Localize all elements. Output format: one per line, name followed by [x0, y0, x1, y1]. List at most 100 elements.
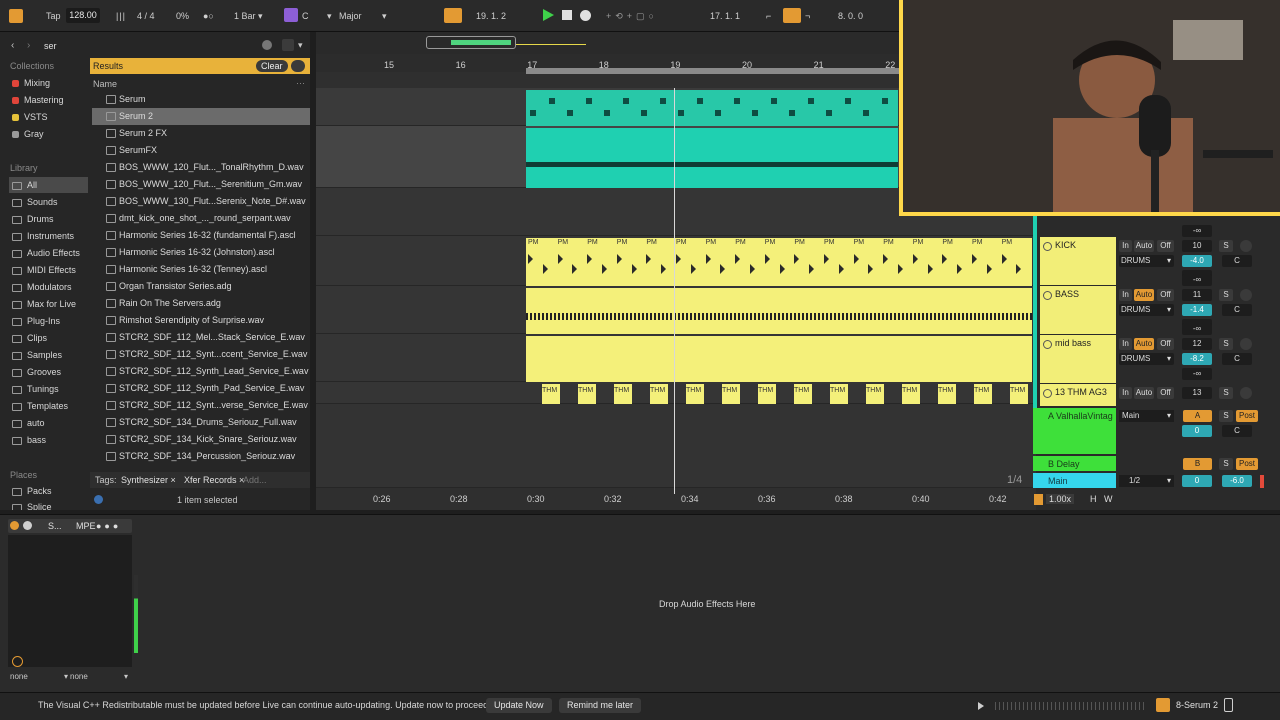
off-button[interactable]: Off [1157, 338, 1174, 350]
thm-clip[interactable]: THM [866, 384, 884, 404]
clear-button[interactable]: Clear [256, 60, 288, 72]
remind-later-button[interactable]: Remind me later [559, 698, 642, 713]
auto-button[interactable]: Auto [1134, 289, 1154, 301]
solo-button[interactable]: S [1219, 387, 1233, 399]
thm-clip[interactable]: THM [794, 384, 812, 404]
library-item-instruments[interactable]: Instruments [12, 229, 74, 244]
scale-select[interactable]: Major [339, 9, 362, 23]
warning-icon[interactable] [1156, 698, 1170, 712]
auto-button[interactable]: Auto [1134, 387, 1154, 399]
library-item-tunings[interactable]: Tunings [12, 382, 59, 397]
arm-button-icon[interactable] [1240, 289, 1252, 301]
input-button[interactable]: In [1119, 240, 1132, 252]
result-item[interactable]: Organ Transistor Series.adg [92, 278, 310, 295]
return-b-letter[interactable]: B [1183, 458, 1212, 470]
send-b[interactable]: -∞ [1182, 323, 1212, 335]
remove-tag-icon[interactable]: × [171, 475, 176, 485]
library-item-all[interactable]: All [12, 178, 37, 193]
fold-icon[interactable] [1043, 242, 1052, 251]
device-fold-icon[interactable] [23, 521, 32, 530]
track-lane[interactable] [316, 382, 1036, 404]
thm-clip[interactable]: THM [974, 384, 992, 404]
send-b[interactable]: -∞ [1182, 274, 1212, 286]
collection-gray[interactable]: Gray [12, 127, 44, 142]
w-button[interactable]: W [1104, 494, 1113, 504]
collection-vsts[interactable]: VSTS [12, 110, 48, 125]
stop-button[interactable] [562, 10, 572, 20]
bass-clip[interactable] [526, 288, 1032, 334]
mid-bass-clip[interactable] [526, 336, 1032, 382]
result-item[interactable]: STCR2_SDF_112_Synt...ccent_Service_E.wav [92, 346, 310, 363]
tag-xfer-records[interactable]: Xfer Records × [184, 475, 244, 485]
thm-clip[interactable]: THM [650, 384, 668, 404]
follow-icon[interactable] [444, 8, 462, 23]
fold-icon[interactable] [1043, 340, 1052, 349]
loop-start-field[interactable]: 17. 1. 1 [710, 9, 740, 23]
off-button[interactable]: Off [1157, 387, 1174, 399]
main-send[interactable]: 0 [1182, 475, 1212, 487]
library-item-samples[interactable]: Samples [12, 348, 62, 363]
kick-clip[interactable] [526, 238, 1032, 286]
route-select[interactable]: DRUMS ▾ [1119, 255, 1174, 267]
thm-clip[interactable]: THM [830, 384, 848, 404]
fold-icon[interactable] [1043, 389, 1052, 398]
main-track[interactable] [1033, 473, 1116, 488]
zoom-value[interactable]: 1.00x [1046, 494, 1075, 504]
result-item[interactable]: dmt_kick_one_shot_..._round_serpant.wav [92, 210, 310, 227]
track-view-icon[interactable] [1224, 698, 1233, 712]
library-item-bass[interactable]: bass [12, 433, 46, 448]
library-item-midi-effects[interactable]: MIDI Effects [12, 263, 76, 278]
place-packs[interactable]: Packs [12, 484, 52, 499]
arm-button-icon[interactable] [1240, 338, 1252, 350]
thm-clip[interactable]: THM [686, 384, 704, 404]
result-item[interactable]: Serum 2 FX [92, 125, 310, 142]
zoom-icon[interactable] [1034, 494, 1043, 505]
cyan-clip-rhythm[interactable] [526, 90, 898, 126]
input-button[interactable]: In [1119, 387, 1132, 399]
library-item-max-for-live[interactable]: Max for Live [12, 297, 76, 312]
result-item[interactable]: STCR2_SDF_112_Synt...verse_Service_E.wav [92, 397, 310, 414]
record-mode-icon[interactable]: ●○ [203, 9, 214, 23]
solo-button[interactable]: S [1219, 338, 1233, 350]
filter-icon[interactable] [282, 39, 294, 51]
library-item-templates[interactable]: Templates [12, 399, 68, 414]
filter-chevron-icon[interactable]: ▾ [298, 40, 303, 51]
place-splice[interactable]: Splice [12, 500, 52, 510]
thm-clip[interactable]: THM [722, 384, 740, 404]
h-button[interactable]: H [1090, 494, 1097, 504]
return-b-post[interactable]: Post [1236, 458, 1258, 470]
name-column-header[interactable]: Name [93, 79, 117, 89]
arm-button-icon[interactable] [1240, 240, 1252, 252]
collection-mixing[interactable]: Mixing [12, 76, 50, 91]
result-item[interactable]: Harmonic Series 16-32 (fundamental F).as… [92, 227, 310, 244]
library-item-plug-ins[interactable]: Plug-Ins [12, 314, 60, 329]
quantize-select[interactable]: 1 Bar ▾ [234, 9, 263, 23]
track-volume[interactable]: -4.0 [1182, 255, 1212, 267]
automation-icons[interactable]: +⟲+▢○ [606, 9, 658, 23]
return-a-pan[interactable]: C [1222, 425, 1252, 437]
punch-in-icon[interactable]: ⌐ [766, 9, 771, 23]
cyan-clip-pad[interactable] [526, 128, 898, 142]
clear-search-icon[interactable] [262, 40, 272, 50]
track-number[interactable]: 10 [1182, 240, 1212, 252]
auto-button[interactable]: Auto [1134, 240, 1154, 252]
result-item[interactable]: Serum 2 [92, 108, 310, 125]
forward-arrow-icon[interactable]: › [27, 40, 30, 51]
groove-field[interactable]: 0% [176, 9, 189, 23]
off-button[interactable]: Off [1157, 289, 1174, 301]
send-a[interactable]: -∞ [1182, 368, 1212, 380]
play-button[interactable] [543, 9, 554, 21]
thm-clip[interactable]: THM [542, 384, 560, 404]
result-item[interactable]: STCR2_SDF_112_Synth_Lead_Service_E.wav [92, 363, 310, 380]
result-item[interactable]: STCR2_SDF_134_Drums_Seriouz_Full.wav [92, 414, 310, 431]
result-item[interactable]: STCR2_SDF_134_Percussion_Seriouz.wav [92, 448, 310, 465]
return-a-post[interactable]: Post [1236, 410, 1258, 422]
route-select[interactable]: DRUMS ▾ [1119, 353, 1174, 365]
return-a-solo[interactable]: S [1219, 410, 1233, 422]
solo-button[interactable]: S [1219, 240, 1233, 252]
loop-toggle-icon[interactable] [783, 8, 801, 23]
input-button[interactable]: In [1119, 289, 1132, 301]
result-item[interactable]: STCR2_SDF_112_Mel...Stack_Service_E.wav [92, 329, 310, 346]
result-item[interactable]: SerumFX [92, 142, 310, 159]
library-item-auto[interactable]: auto [12, 416, 45, 431]
